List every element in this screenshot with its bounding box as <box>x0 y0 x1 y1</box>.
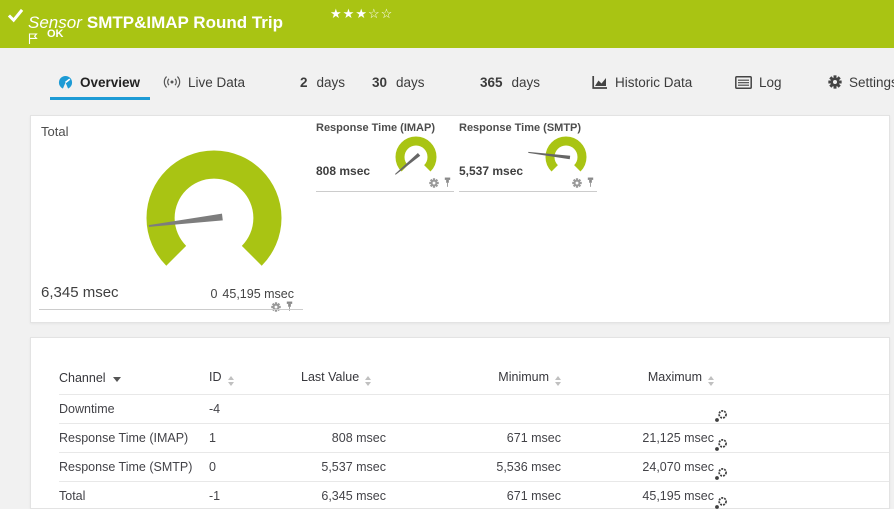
star-empty-icon[interactable]: ☆ <box>368 6 381 21</box>
star-filled-icon[interactable]: ★ <box>330 6 343 21</box>
sort-icon <box>555 375 561 386</box>
tab-historic-data[interactable]: Historic Data <box>592 66 692 98</box>
gauge-pin-icon[interactable] <box>285 301 294 312</box>
channel-settings-icon[interactable] <box>714 438 889 452</box>
column-header-maximum[interactable]: Maximum <box>561 362 714 395</box>
sort-icon <box>227 375 234 386</box>
table-row-imap: Response Time (IMAP) 1 808 msec 671 msec… <box>59 423 889 453</box>
tab-number: 2 <box>300 74 308 90</box>
cell-maximum: 24,070 msec <box>561 452 714 482</box>
tab-log[interactable]: Log <box>735 66 782 98</box>
column-header-last-value[interactable]: Last Value <box>301 362 386 395</box>
tab-settings[interactable]: Settings <box>828 66 894 98</box>
priority-stars[interactable]: ★★★☆☆ <box>330 6 393 22</box>
column-header-minimum[interactable]: Minimum <box>386 362 561 395</box>
channel-settings-icon[interactable] <box>714 467 889 481</box>
gauge-settings-gear-icon[interactable] <box>429 177 439 188</box>
area-chart-icon <box>592 75 608 90</box>
sort-desc-icon <box>112 376 121 382</box>
sort-icon <box>708 375 714 386</box>
imap-gauge-tile: Response Time (IMAP) 808 msec <box>316 122 454 192</box>
sensor-status-badge: OK <box>47 28 64 40</box>
gauge-pin-icon[interactable] <box>586 177 595 188</box>
total-gauge <box>146 150 282 266</box>
cell-id: 0 <box>209 452 301 482</box>
tab-label: Log <box>759 74 782 90</box>
gauge-settings-gear-icon[interactable] <box>572 177 582 188</box>
tab-live-data[interactable]: Live Data <box>163 66 245 98</box>
imap-gauge-value: 808 msec <box>316 164 371 178</box>
tab-365-days[interactable]: 365 days <box>480 66 540 98</box>
cell-minimum: 671 msec <box>386 481 561 509</box>
tab-label: days <box>316 74 346 90</box>
sensor-title: SMTP&IMAP Round Trip <box>86 13 283 32</box>
priority-flag-icon[interactable] <box>28 33 286 45</box>
cell-channel: Response Time (SMTP) <box>59 452 209 482</box>
channel-settings-icon[interactable] <box>714 496 889 509</box>
star-empty-icon[interactable]: ☆ <box>381 6 394 21</box>
cell-id: -4 <box>209 394 301 424</box>
cell-last-value: 808 msec <box>301 423 386 453</box>
gauge-icon <box>58 75 73 90</box>
channel-settings-icon[interactable] <box>714 409 889 423</box>
table-row-downtime: Downtime -4 <box>59 394 889 424</box>
gauge-settings-gear-icon[interactable] <box>271 301 281 312</box>
cell-minimum: 671 msec <box>386 423 561 453</box>
cell-maximum: 21,125 msec <box>561 423 714 453</box>
cell-id: -1 <box>209 481 301 509</box>
tab-bar: Overview Live Data 2 days 30 days 365 da… <box>0 66 894 100</box>
cell-channel: Response Time (IMAP) <box>59 423 209 453</box>
tab-30-days[interactable]: 30 days <box>372 66 425 98</box>
smtp-gauge-value: 5,537 msec <box>459 164 524 178</box>
tab-label: days <box>396 74 425 90</box>
tab-label: Settings <box>849 74 894 90</box>
table-row-smtp: Response Time (SMTP) 0 5,537 msec 5,536 … <box>59 452 889 482</box>
channel-table: Channel ID Last Value Minimum Maximum Do… <box>59 362 889 509</box>
table-header-row: Channel ID Last Value Minimum Maximum <box>59 362 889 395</box>
cell-last-value <box>301 394 386 424</box>
total-gauge-value: 6,345 msec <box>41 284 119 301</box>
star-filled-icon[interactable]: ★ <box>355 6 368 21</box>
gauges-panel: Total 6,345 msec 0 45,195 msec Response … <box>30 115 890 323</box>
cell-maximum <box>561 394 714 424</box>
cell-minimum <box>386 394 561 424</box>
status-ok-check-icon <box>7 8 24 23</box>
total-tile-divider <box>39 309 303 310</box>
tab-overview[interactable]: Overview <box>49 66 151 100</box>
column-header-id[interactable]: ID <box>209 362 301 395</box>
channel-table-panel: Channel ID Last Value Minimum Maximum Do… <box>30 337 890 509</box>
tab-number: 30 <box>372 74 388 90</box>
tab-label: Live Data <box>188 74 246 90</box>
cell-maximum: 45,195 msec <box>561 481 714 509</box>
tab-label: Overview <box>80 74 141 90</box>
broadcast-icon <box>163 75 181 89</box>
gauge-pin-icon[interactable] <box>443 177 452 188</box>
cell-channel: Total <box>59 481 209 509</box>
total-gauge-scale-max: 45,195 msec <box>222 287 294 301</box>
cell-id: 1 <box>209 423 301 453</box>
tab-number: 365 <box>480 74 503 90</box>
tab-2-days[interactable]: 2 days <box>300 66 345 98</box>
table-row-total: Total -1 6,345 msec 671 msec 45,195 msec <box>59 481 889 509</box>
smtp-tile-divider <box>459 191 597 192</box>
cell-last-value: 6,345 msec <box>301 481 386 509</box>
cell-minimum: 5,536 msec <box>386 452 561 482</box>
log-icon <box>735 75 752 89</box>
total-gauge-title: Total <box>41 124 69 139</box>
smtp-gauge-tile: Response Time (SMTP) 5,537 msec <box>459 122 597 192</box>
tab-label: Historic Data <box>615 74 693 90</box>
gear-icon <box>828 75 842 89</box>
imap-tile-divider <box>316 191 454 192</box>
star-filled-icon[interactable]: ★ <box>343 6 356 21</box>
column-header-channel[interactable]: Channel <box>59 362 209 395</box>
sensor-header: Sensor SMTP&IMAP Round Trip ★★★☆☆ OK <box>0 0 894 48</box>
cell-channel: Downtime <box>59 394 209 424</box>
cell-last-value: 5,537 msec <box>301 452 386 482</box>
sort-icon <box>365 375 372 386</box>
tab-label: days <box>511 74 541 90</box>
